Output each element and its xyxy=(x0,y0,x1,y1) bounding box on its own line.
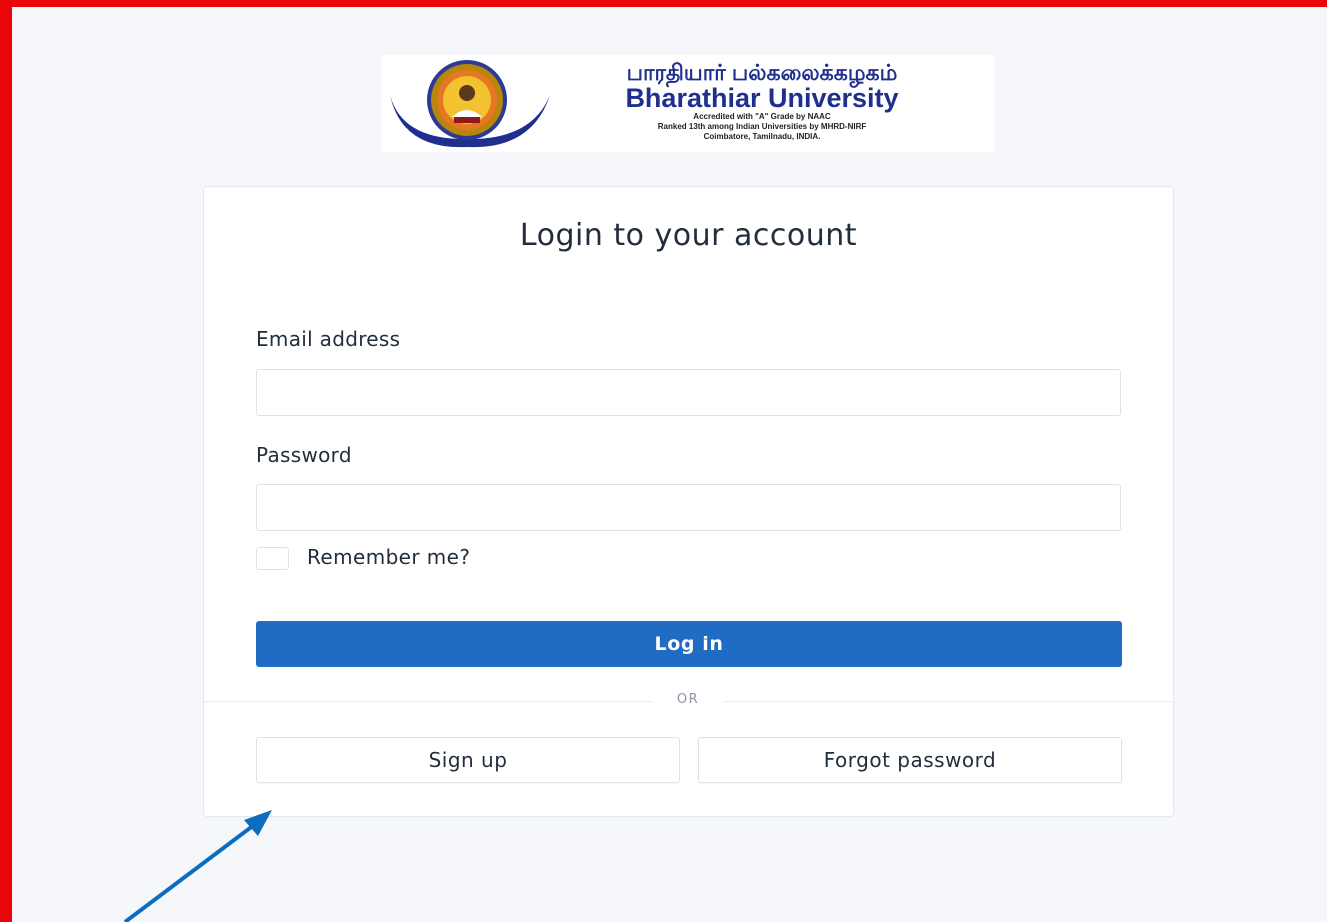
arrow-icon xyxy=(123,810,272,922)
